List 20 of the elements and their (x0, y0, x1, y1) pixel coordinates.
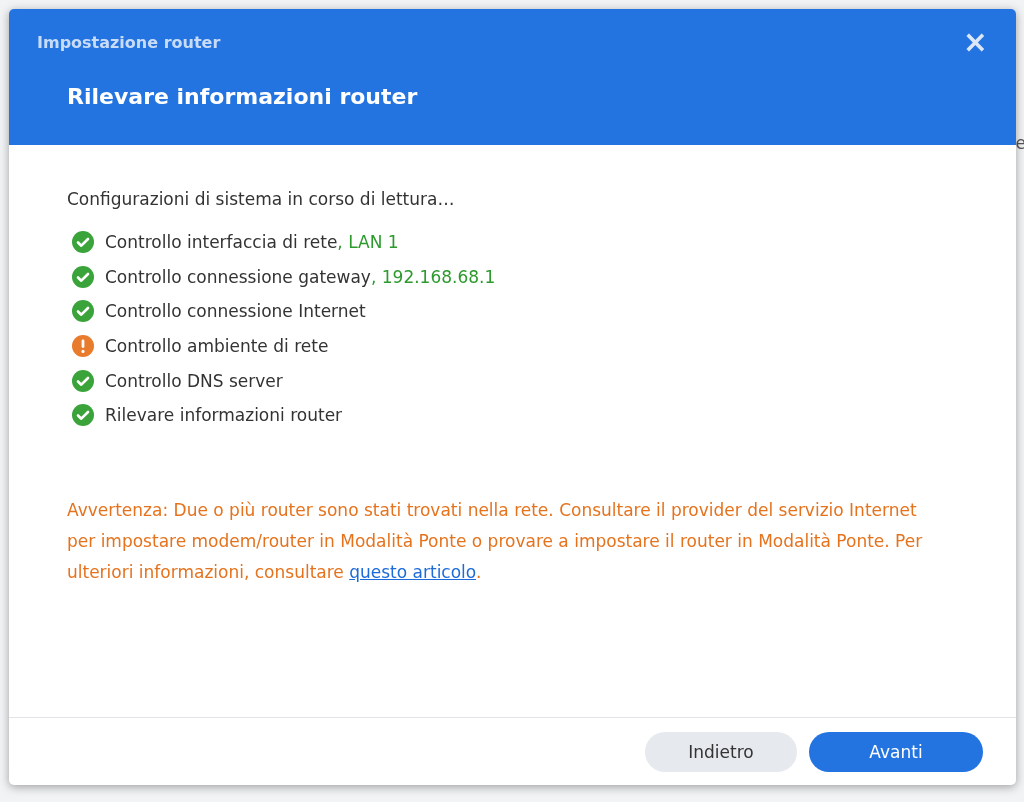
check-item-label: Controllo DNS server (105, 370, 283, 391)
check-circle-icon (71, 299, 95, 324)
status-text: Configurazioni di sistema in corso di lettura… (67, 189, 456, 209)
check-item-label: Controllo interfaccia di rete, LAN 1 (105, 232, 399, 253)
warning-circle-icon (71, 334, 95, 359)
check-item-label: Rilevare informazioni router (105, 405, 343, 426)
back-button[interactable]: Indietro (645, 731, 797, 772)
step-heading: Rilevare informazioni router (67, 84, 419, 109)
check-circle-icon (71, 368, 95, 393)
check-item-label: Controllo connessione gateway, 192.168.68.1 (105, 266, 496, 287)
warning-message: Avvertenza: Due o più router sono stati trovati nella rete. Consultare il provider del servizio Internet per impostare modem/router in Modalità Ponte o provare a impostare il router in Modalità Ponte. Per ulteriori informazioni, consultare questo articolo. (67, 498, 924, 584)
check-item-label: Controllo ambiente di rete (105, 336, 329, 357)
article-link[interactable]: questo articolo (349, 561, 476, 582)
close-button[interactable]: × (962, 27, 988, 57)
next-button[interactable]: Avanti (809, 731, 983, 772)
window-title: Impostazione router (37, 32, 221, 52)
check-circle-icon (71, 403, 95, 428)
check-item-label: Controllo connessione Internet (105, 301, 366, 322)
check-circle-icon (71, 264, 95, 289)
check-circle-icon (71, 230, 95, 255)
